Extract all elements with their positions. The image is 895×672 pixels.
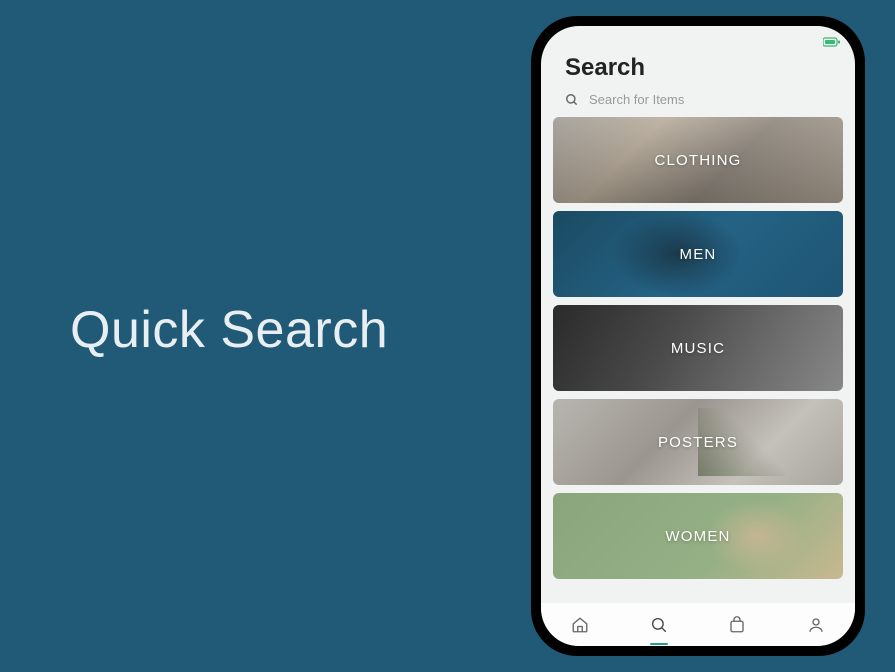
category-men[interactable]: MEN — [553, 211, 843, 297]
category-label: MEN — [680, 246, 717, 263]
bottom-nav — [541, 602, 855, 646]
page-title: Search — [565, 54, 831, 82]
category-label: WOMEN — [665, 528, 730, 545]
status-bar — [541, 26, 855, 46]
nav-search[interactable] — [639, 605, 679, 645]
search-icon — [565, 93, 579, 107]
phone-screen: Search CLOTHING MEN MUSIC POSTERS — [541, 26, 855, 646]
category-posters[interactable]: POSTERS — [553, 399, 843, 485]
category-music[interactable]: MUSIC — [553, 305, 843, 391]
nav-profile[interactable] — [796, 605, 836, 645]
search-icon — [650, 616, 668, 634]
nav-bag[interactable] — [717, 605, 757, 645]
user-icon — [807, 616, 825, 634]
home-icon — [571, 616, 589, 634]
phone-frame: Search CLOTHING MEN MUSIC POSTERS — [531, 16, 865, 656]
shopping-bag-icon — [728, 616, 746, 634]
hero-title: Quick Search — [70, 300, 388, 360]
category-list: CLOTHING MEN MUSIC POSTERS WOMEN — [541, 117, 855, 602]
app-header: Search — [541, 46, 855, 86]
category-clothing[interactable]: CLOTHING — [553, 117, 843, 203]
category-label: POSTERS — [658, 434, 738, 451]
search-input[interactable] — [589, 92, 831, 107]
battery-icon — [823, 34, 841, 44]
search-bar[interactable] — [541, 86, 855, 117]
category-label: CLOTHING — [654, 152, 741, 169]
nav-home[interactable] — [560, 605, 600, 645]
category-women[interactable]: WOMEN — [553, 493, 843, 579]
category-label: MUSIC — [671, 340, 725, 357]
